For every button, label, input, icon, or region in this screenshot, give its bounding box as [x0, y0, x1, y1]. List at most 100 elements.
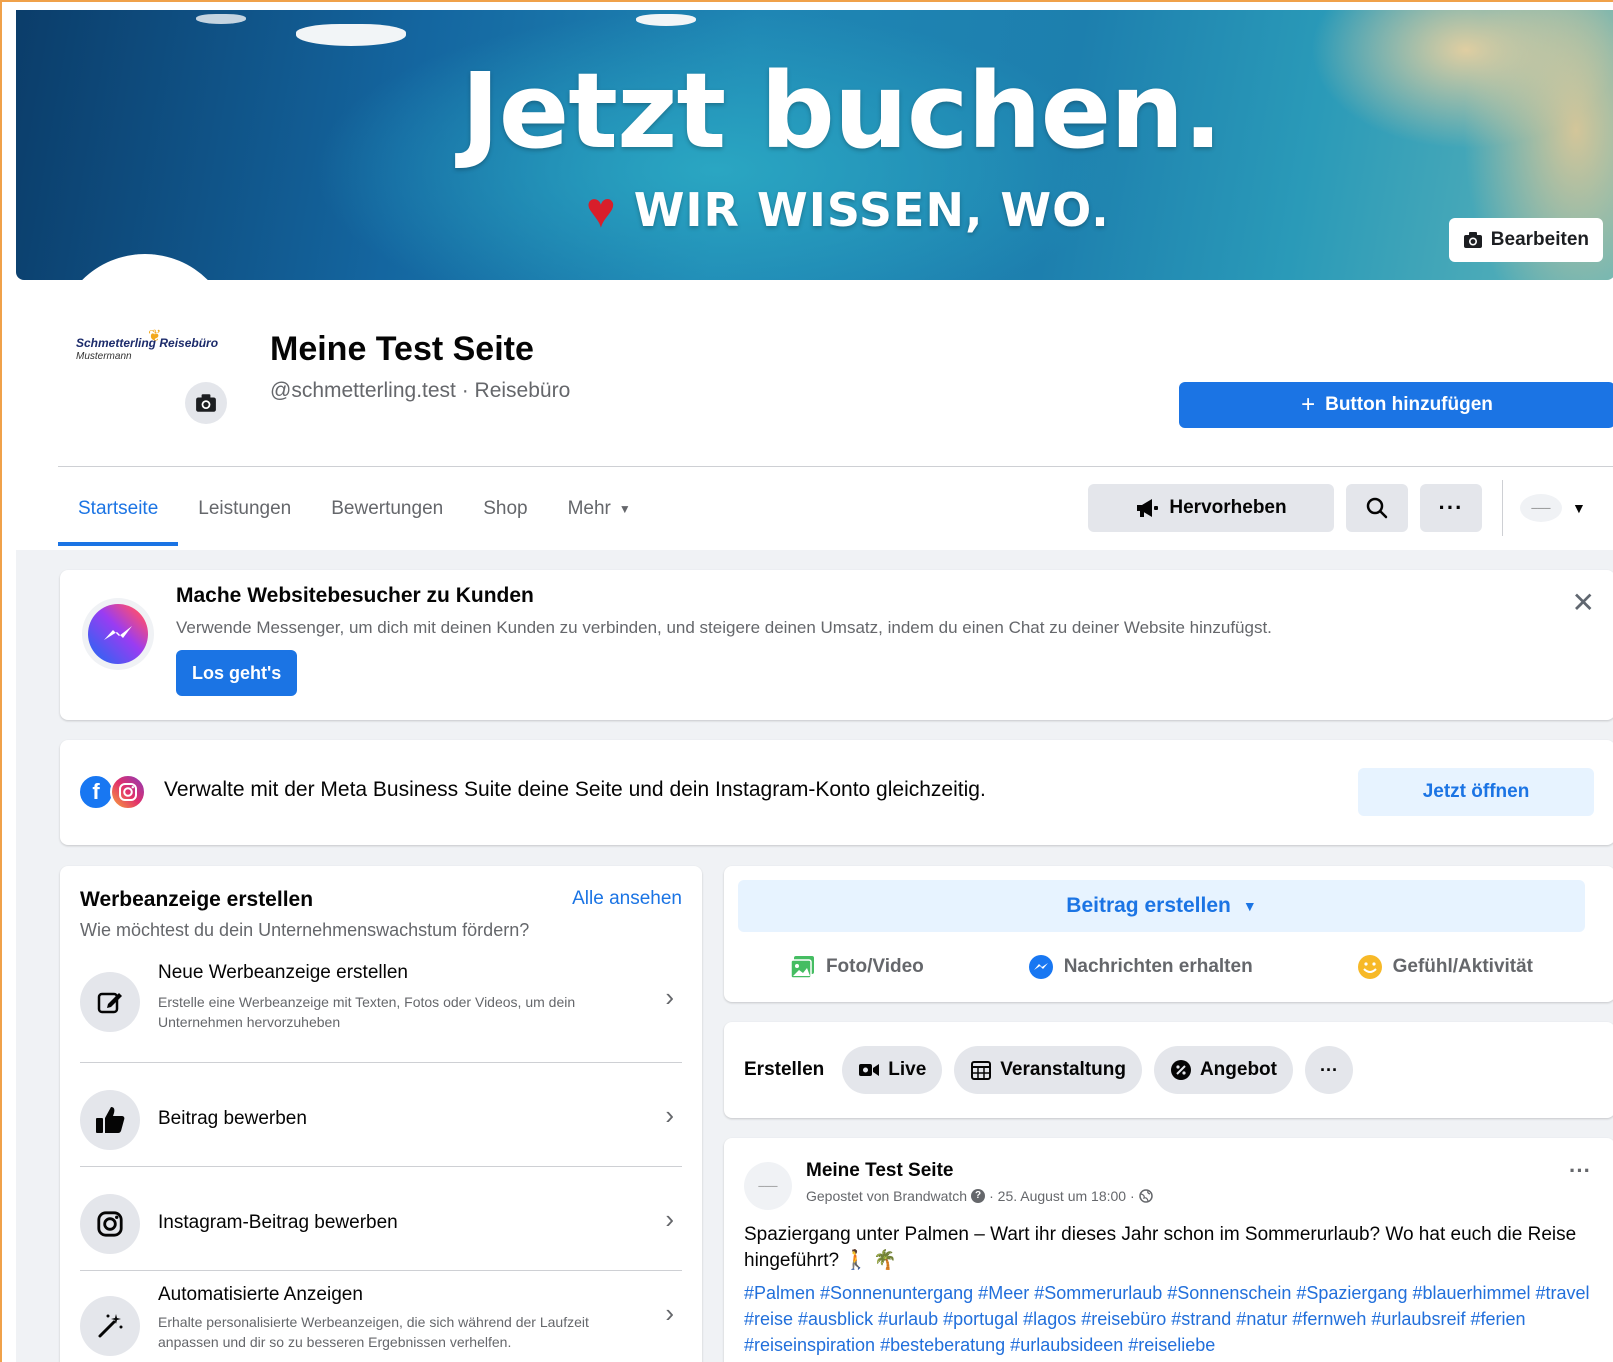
- post-composer: Beitrag erstellen ▼ Foto/Video Nachricht…: [724, 866, 1613, 1002]
- thumbs-up-icon: [80, 1090, 140, 1150]
- get-started-button[interactable]: Los geht's: [176, 650, 298, 696]
- chevron-right-icon: ›: [665, 1204, 674, 1234]
- cover-title: Jetzt buchen.: [461, 50, 1223, 172]
- photo-video-button[interactable]: Foto/Video: [790, 955, 924, 979]
- close-icon[interactable]: ✕: [1572, 586, 1595, 619]
- more-options-button[interactable]: ···: [1305, 1046, 1353, 1094]
- chevron-right-icon: ›: [665, 1298, 674, 1328]
- calendar-icon: [971, 1061, 992, 1080]
- search-button[interactable]: [1346, 484, 1408, 532]
- tab-leistungen[interactable]: Leistungen: [178, 472, 311, 546]
- quick-create-label: Erstellen: [744, 1059, 825, 1080]
- tab-bewertungen[interactable]: Bewertungen: [311, 472, 463, 546]
- ads-item-title: Automatisierte Anzeigen: [158, 1284, 363, 1305]
- logo-text: Schmetterling Reisebüro: [76, 336, 219, 350]
- info-icon[interactable]: ?: [971, 1189, 986, 1203]
- create-post-label: Beitrag erstellen: [1066, 894, 1231, 917]
- post-author-name[interactable]: Meine Test Seite: [806, 1160, 953, 1182]
- facebook-icon: f: [78, 774, 114, 810]
- live-button[interactable]: Live: [842, 1046, 943, 1094]
- ads-item-boost-post[interactable]: Beitrag bewerben ›: [80, 1078, 682, 1164]
- meta-business-card: f Verwalte mit der Meta Business Suite d…: [60, 740, 1613, 845]
- magic-wand-icon: [80, 1296, 140, 1356]
- cover-photo: Jetzt buchen. ♥ WIR WISSEN, WO. Bearbeit…: [16, 10, 1613, 280]
- see-all-link[interactable]: Alle ansehen: [572, 888, 682, 910]
- quick-create-bar: Erstellen Live Veranstaltung Angebot ···: [724, 1022, 1613, 1118]
- offer-button[interactable]: Angebot: [1153, 1046, 1293, 1094]
- edit-cover-label: Bearbeiten: [1490, 229, 1589, 250]
- event-button[interactable]: Veranstaltung: [954, 1046, 1142, 1094]
- tab-shop[interactable]: Shop: [463, 472, 547, 546]
- tab-mehr-label: Mehr: [567, 498, 611, 519]
- create-ad-card: Werbeanzeige erstellen Alle ansehen Wie …: [60, 866, 702, 1362]
- messenger-card-title: Mache Websitebesucher zu Kunden: [176, 584, 534, 607]
- event-label: Veranstaltung: [1000, 1059, 1126, 1080]
- caret-down-icon: ▼: [1242, 898, 1257, 914]
- composer-actions: Foto/Video Nachrichten erhalten Gefühl/A…: [738, 944, 1585, 990]
- open-now-button[interactable]: Jetzt öffnen: [1358, 768, 1594, 816]
- account-switcher[interactable]: ─── ▼: [1520, 494, 1586, 522]
- caret-down-icon: ▼: [1572, 500, 1586, 516]
- meta-icons: f: [78, 772, 150, 812]
- page-frame: Jetzt buchen. ♥ WIR WISSEN, WO. Bearbeit…: [0, 0, 1613, 1362]
- megaphone-icon: [1137, 499, 1159, 517]
- messenger-promo-card: Mache Websitebesucher zu Kunden Verwende…: [60, 570, 1613, 720]
- ads-item-boost-instagram[interactable]: Instagram-Beitrag bewerben ›: [80, 1182, 682, 1268]
- promote-label: Hervorheben: [1169, 497, 1287, 518]
- post-meta: Gepostet von Brandwatch ? · 25. August u…: [806, 1188, 1153, 1204]
- more-options-button[interactable]: ···: [1420, 484, 1482, 532]
- tab-startseite[interactable]: Startseite: [58, 472, 179, 546]
- divider: [80, 1166, 682, 1167]
- tab-actions: Hervorheben ···: [1088, 484, 1482, 532]
- messenger-card-text: Verwende Messenger, um dich mit deinen K…: [176, 618, 1272, 637]
- divider: [80, 1270, 682, 1271]
- divider: [80, 1062, 682, 1063]
- ads-card-subtitle: Wie möchtest du dein Unternehmenswachstu…: [80, 920, 530, 940]
- post-hashtags[interactable]: #Palmen #Sonnenuntergang #Meer #Sommerur…: [744, 1280, 1594, 1358]
- profile-picture[interactable]: ❦ Schmetterling Reisebüro Mustermann: [60, 258, 230, 428]
- add-button-button[interactable]: + Button hinzufügen: [1179, 382, 1613, 428]
- divider: [1502, 480, 1503, 536]
- ads-item-automated-ads[interactable]: Automatisierte Anzeigen Erhalte personal…: [80, 1284, 682, 1362]
- globe-icon: [1138, 1189, 1153, 1203]
- create-post-button[interactable]: Beitrag erstellen ▼: [738, 880, 1585, 932]
- feeling-activity-label: Gefühl/Aktivität: [1392, 956, 1534, 977]
- offer-label: Angebot: [1199, 1059, 1277, 1080]
- plus-icon: +: [1301, 391, 1316, 418]
- ads-card-title: Werbeanzeige erstellen: [80, 888, 314, 911]
- add-button-label: Button hinzufügen: [1325, 394, 1493, 415]
- ads-item-title: Beitrag bewerben: [158, 1108, 307, 1129]
- promote-button[interactable]: Hervorheben: [1088, 484, 1334, 532]
- edit-icon: [80, 972, 140, 1032]
- meta-card-text: Verwalte mit der Meta Business Suite dei…: [164, 778, 986, 801]
- tab-mehr[interactable]: Mehr ▼: [548, 472, 651, 546]
- ads-item-title: Neue Werbeanzeige erstellen: [158, 962, 408, 983]
- camera-icon: [1463, 232, 1482, 248]
- post-options-icon[interactable]: ···: [1569, 1158, 1591, 1184]
- post-author-avatar[interactable]: ───: [744, 1162, 792, 1210]
- ads-item-desc: Erhalte personalisierte Werbeanzeigen, d…: [158, 1314, 589, 1350]
- divider: [58, 466, 1613, 467]
- post-card: ─── Meine Test Seite Gepostet von Brandw…: [724, 1138, 1613, 1362]
- video-camera-icon: [859, 1064, 880, 1076]
- post-date[interactable]: · 25. August um 18:00 ·: [989, 1188, 1135, 1204]
- chevron-right-icon: ›: [665, 982, 674, 1012]
- messenger-logo: [82, 598, 154, 670]
- post-text: Spaziergang unter Palmen – Wart ihr dies…: [744, 1224, 1577, 1271]
- logo-subtext: Mustermann: [76, 351, 132, 362]
- feeling-activity-button[interactable]: Gefühl/Aktivität: [1357, 954, 1533, 980]
- heart-icon: ♥: [586, 182, 616, 238]
- messenger-icon: [1028, 955, 1053, 979]
- smiley-icon: [1357, 955, 1382, 979]
- offer-icon: [1170, 1060, 1191, 1080]
- cover-subtitle: ♥ WIR WISSEN, WO.: [586, 183, 1110, 237]
- get-messages-button[interactable]: Nachrichten erhalten: [1028, 954, 1253, 980]
- account-avatar: ───: [1520, 494, 1562, 522]
- page-title: Meine Test Seite: [270, 330, 534, 368]
- edit-cover-button[interactable]: Bearbeiten: [1448, 218, 1603, 262]
- get-messages-label: Nachrichten erhalten: [1063, 956, 1253, 977]
- cover-subtitle-text: WIR WISSEN, WO.: [633, 183, 1110, 237]
- ads-item-new-ad[interactable]: Neue Werbeanzeige erstellen Erstelle ein…: [80, 962, 682, 1048]
- page-handle: @schmetterling.test · Reisebüro: [270, 379, 571, 402]
- change-profile-picture-button[interactable]: [185, 382, 227, 424]
